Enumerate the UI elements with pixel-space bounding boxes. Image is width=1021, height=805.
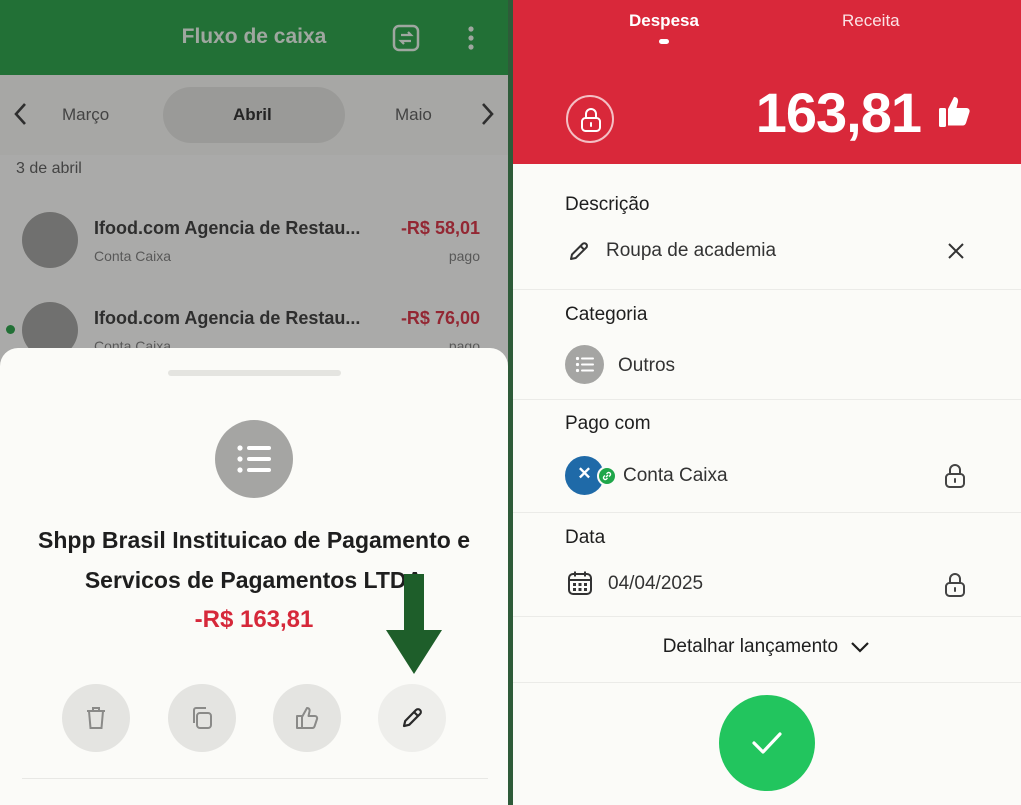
field-divider [513, 616, 1021, 617]
sheet-title-line: Shpp Brasil Instituicao de Pagamento e [38, 527, 470, 553]
description-input[interactable]: Roupa de academia [606, 240, 776, 262]
lock-icon [945, 573, 965, 597]
copy-icon [193, 707, 212, 729]
amount-header: Despesa Receita 163,81 [513, 0, 1021, 164]
sheet-divider [22, 778, 488, 779]
calendar-icon [568, 571, 592, 595]
delete-button[interactable] [62, 684, 130, 752]
pencil-icon [570, 242, 588, 260]
screen-root: Fluxo de caixa Março Abril Maio 3 de abr… [0, 0, 1021, 805]
amount-display[interactable]: 163,81 [756, 80, 922, 145]
edit-transaction-screen: Despesa Receita 163,81 Descrição Roupa d… [513, 0, 1021, 805]
thumbs-up-icon[interactable] [938, 95, 972, 129]
description-label: Descrição [565, 194, 650, 215]
category-label: Categoria [565, 304, 648, 325]
detail-toggle-label: Detalhar lançamento [662, 636, 839, 657]
lock-icon [581, 108, 601, 132]
tab-despesa[interactable]: Despesa [629, 11, 699, 31]
edit-button[interactable] [378, 684, 446, 752]
duplicate-button[interactable] [168, 684, 236, 752]
account-value[interactable]: Conta Caixa [623, 465, 728, 487]
detail-toggle-button[interactable]: Detalhar lançamento [513, 636, 1021, 658]
date-value[interactable]: 04/04/2025 [608, 573, 703, 595]
category-value[interactable]: Outros [618, 355, 675, 377]
category-avatar [215, 420, 293, 498]
linked-account-badge [597, 466, 617, 486]
pencil-icon [402, 708, 422, 728]
list-icon [575, 356, 594, 373]
confirm-button[interactable] [719, 695, 815, 791]
paid-with-label: Pago com [565, 413, 651, 434]
lock-icon [945, 464, 965, 488]
field-divider [513, 399, 1021, 400]
field-divider [513, 682, 1021, 683]
thumbs-up-icon [296, 707, 319, 729]
cashflow-screen: Fluxo de caixa Março Abril Maio 3 de abr… [0, 0, 508, 805]
category-avatar[interactable] [565, 345, 604, 384]
link-icon [602, 471, 612, 481]
check-icon [752, 732, 782, 754]
chevron-down-icon [851, 642, 870, 653]
field-divider [513, 512, 1021, 513]
close-icon[interactable] [946, 241, 966, 261]
lock-amount-button[interactable] [566, 95, 614, 143]
field-divider [513, 289, 1021, 290]
date-label: Data [565, 527, 606, 548]
list-icon [237, 445, 271, 473]
sheet-drag-handle[interactable] [168, 370, 341, 376]
active-tab-indicator [659, 39, 669, 44]
trash-icon [87, 707, 105, 729]
arrow-down-icon [386, 574, 442, 674]
mark-paid-button[interactable] [273, 684, 341, 752]
tab-receita[interactable]: Receita [842, 11, 900, 31]
